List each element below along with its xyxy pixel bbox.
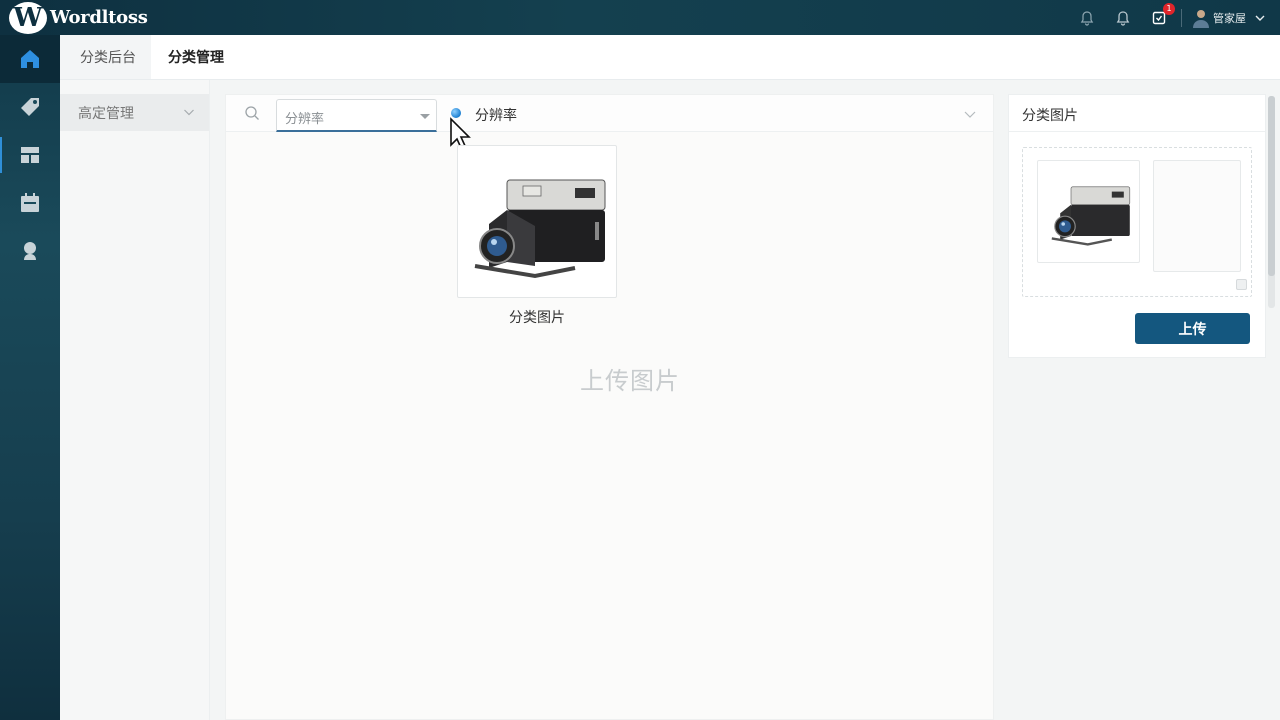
preview-thumbnail[interactable] bbox=[1037, 160, 1140, 263]
divider bbox=[1181, 8, 1182, 27]
resolution-label: 分辨率 bbox=[475, 108, 517, 124]
filter-bar: 分辨率 分辨率 bbox=[226, 95, 993, 152]
home-icon bbox=[21, 50, 39, 68]
user-icon bbox=[24, 242, 36, 260]
rail-item-user[interactable] bbox=[0, 227, 60, 275]
secondary-sidebar: 高定管理 bbox=[60, 80, 210, 720]
icon-rail bbox=[0, 35, 60, 720]
thumbnail-caption: 分类图片 bbox=[509, 310, 565, 326]
chevron-down-icon bbox=[1255, 15, 1265, 21]
subnav-item[interactable]: 高定管理 bbox=[60, 94, 209, 131]
breadcrumb-parent[interactable]: 分类后台 bbox=[60, 35, 151, 79]
scrollbar-thumb[interactable] bbox=[1268, 96, 1275, 276]
brand-name: Wordltoss bbox=[50, 7, 148, 28]
category-image-card[interactable] bbox=[457, 145, 617, 298]
user-menu[interactable]: 管家屋 bbox=[1192, 8, 1266, 28]
avatar bbox=[1192, 8, 1210, 28]
breadcrumb-current: 分类管理 bbox=[168, 50, 224, 66]
bell-outline-icon[interactable] bbox=[1079, 10, 1095, 26]
resolution-select[interactable]: 分辨率 bbox=[276, 99, 437, 132]
top-right-actions: 1 管家屋 bbox=[1059, 0, 1266, 35]
camera-image bbox=[474, 179, 606, 278]
bell-icon[interactable] bbox=[1115, 10, 1131, 26]
rail-item-dashboard[interactable] bbox=[0, 131, 60, 179]
subnav-item-label: 高定管理 bbox=[78, 105, 134, 122]
rail-item-calendar[interactable] bbox=[0, 179, 60, 227]
rail-item-tags[interactable] bbox=[0, 83, 60, 131]
scrollbar[interactable] bbox=[1268, 96, 1275, 308]
breadcrumb: 分类后台 分类管理 bbox=[60, 35, 1280, 80]
right-panel: 分类图片 上传 bbox=[1008, 94, 1266, 358]
dropdown-arrow-icon bbox=[420, 114, 430, 119]
dashboard-icon bbox=[21, 147, 39, 163]
user-name: 管家屋 bbox=[1213, 11, 1246, 25]
chevron-down-icon bbox=[184, 109, 194, 116]
search-icon[interactable] bbox=[244, 105, 260, 121]
calendar-icon bbox=[21, 193, 39, 212]
camera-image bbox=[1051, 186, 1130, 246]
brand-logo: W bbox=[9, 1, 47, 34]
upload-dropzone[interactable] bbox=[1022, 147, 1252, 297]
top-bar: W Wordltoss 1 管家屋 bbox=[0, 0, 1280, 35]
notification-badge: 1 bbox=[1163, 2, 1175, 15]
empty-slot[interactable] bbox=[1153, 160, 1241, 272]
tag-icon bbox=[21, 98, 39, 116]
checkbox[interactable] bbox=[1236, 279, 1247, 290]
upload-button[interactable]: 上传 bbox=[1135, 313, 1250, 344]
rail-item-home[interactable] bbox=[0, 35, 60, 83]
chevron-down-icon[interactable] bbox=[963, 107, 977, 121]
resolution-select-value: 分辨率 bbox=[285, 112, 325, 127]
main-panel: 分辨率 分辨率 分类图片 上传图片 bbox=[225, 94, 994, 720]
upload-hint: 上传图片 bbox=[580, 367, 680, 395]
task-icon[interactable]: 1 bbox=[1151, 2, 1175, 26]
right-panel-title: 分类图片 bbox=[1009, 95, 1265, 132]
brand[interactable]: W Wordltoss bbox=[0, 0, 148, 35]
